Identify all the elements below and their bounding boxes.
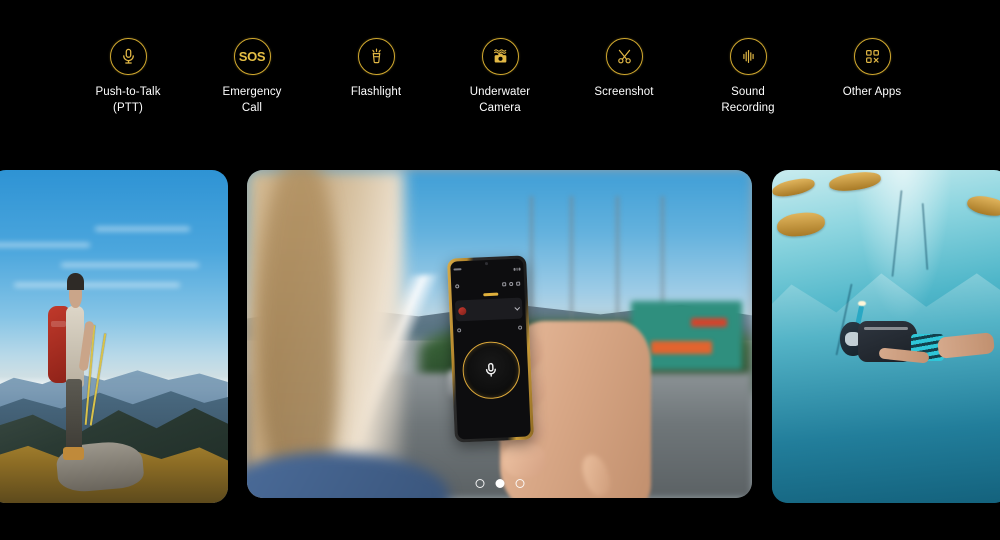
active-tab-indicator [483, 292, 499, 297]
account-icon[interactable] [508, 281, 513, 286]
sos-glyph: SOS [238, 49, 266, 64]
feature-label: Underwater Camera [470, 84, 530, 116]
channel-icon[interactable] [456, 328, 462, 333]
feature-item-flashlight[interactable]: Flashlight [340, 38, 412, 116]
feature-label-line2: Call [241, 102, 263, 114]
sos-icon: SOS [233, 38, 271, 75]
carousel-dots[interactable] [475, 479, 524, 488]
feature-label: Emergency Call [222, 84, 281, 116]
ptt-talk-button[interactable] [461, 340, 521, 400]
carousel-slide-active[interactable] [247, 170, 752, 498]
carousel-dot-3[interactable] [515, 479, 524, 488]
image-carousel [0, 170, 1000, 540]
scissors-icon [605, 38, 643, 75]
feature-label: Push-to-Talk (PTT) [95, 84, 160, 116]
phone-status-bar [450, 258, 523, 277]
feature-label-line1: Sound [731, 86, 765, 98]
feature-label: Other Apps [843, 84, 902, 100]
feature-label: Screenshot [594, 84, 653, 100]
feature-label-line1: Other Apps [842, 86, 902, 98]
contact-name-placeholder [469, 308, 512, 310]
hiker-mountain-photo [0, 170, 228, 503]
phone-secondary-icons [456, 322, 523, 336]
flashlight-icon [357, 38, 395, 75]
fish [772, 176, 816, 199]
feature-label-line1: Emergency [222, 86, 282, 98]
carousel-slide-next[interactable] [772, 170, 1000, 503]
underwater-camera-icon [481, 38, 519, 75]
footer-band [0, 503, 1000, 540]
filter-icon[interactable] [501, 281, 506, 286]
overflow-icon[interactable] [515, 281, 520, 286]
ptt-contact-row[interactable] [454, 297, 523, 322]
feature-label-line1: Flashlight [350, 86, 402, 98]
waveform-icon [729, 38, 767, 75]
menu-icon[interactable] [455, 283, 460, 288]
feature-item-sound-recording[interactable]: Sound Recording [712, 38, 784, 116]
hiker-figure [47, 263, 109, 461]
feature-icon-strip: Push-to-Talk (PTT) SOS Emergency Call Fl… [0, 0, 1000, 170]
carousel-slide-previous[interactable] [0, 170, 228, 503]
feature-label: Flashlight [351, 84, 401, 100]
microphone-icon [486, 362, 497, 377]
feature-label-line2: Recording [721, 102, 775, 114]
fish [775, 211, 826, 239]
apps-grid-icon [853, 38, 891, 75]
feature-item-screenshot[interactable]: Screenshot [588, 38, 660, 116]
snorkeler-figure [840, 300, 995, 383]
phone-screen[interactable] [450, 257, 531, 440]
rugged-smartphone[interactable] [447, 255, 534, 443]
feature-item-underwater-camera[interactable]: Underwater Camera [464, 38, 536, 116]
phone-app-toolbar[interactable] [451, 276, 524, 293]
feature-label-line1: Screenshot [594, 86, 654, 98]
feature-label-line2: Camera [479, 102, 521, 114]
feature-label-line1: Underwater [469, 86, 531, 98]
feature-item-other-apps[interactable]: Other Apps [836, 38, 908, 116]
volume-icon[interactable] [518, 325, 523, 330]
feature-row: Push-to-Talk (PTT) SOS Emergency Call Fl… [92, 38, 908, 116]
feature-label: Sound Recording [721, 84, 774, 116]
feature-item-emergency-call[interactable]: SOS Emergency Call [216, 38, 288, 116]
ptt-phone-in-hand-photo [247, 170, 752, 498]
fish [965, 192, 1000, 220]
chevron-down-icon[interactable] [514, 304, 520, 311]
underwater-snorkeler-photo [772, 170, 1000, 503]
carousel-dot-2[interactable] [495, 479, 504, 488]
feature-item-push-to-talk[interactable]: Push-to-Talk (PTT) [92, 38, 164, 116]
feature-label-line1: Push-to-Talk [95, 86, 161, 98]
feature-label-line2: (PTT) [113, 102, 143, 114]
carousel-dot-1[interactable] [475, 479, 484, 488]
microphone-icon [109, 38, 147, 75]
avatar [458, 306, 467, 315]
